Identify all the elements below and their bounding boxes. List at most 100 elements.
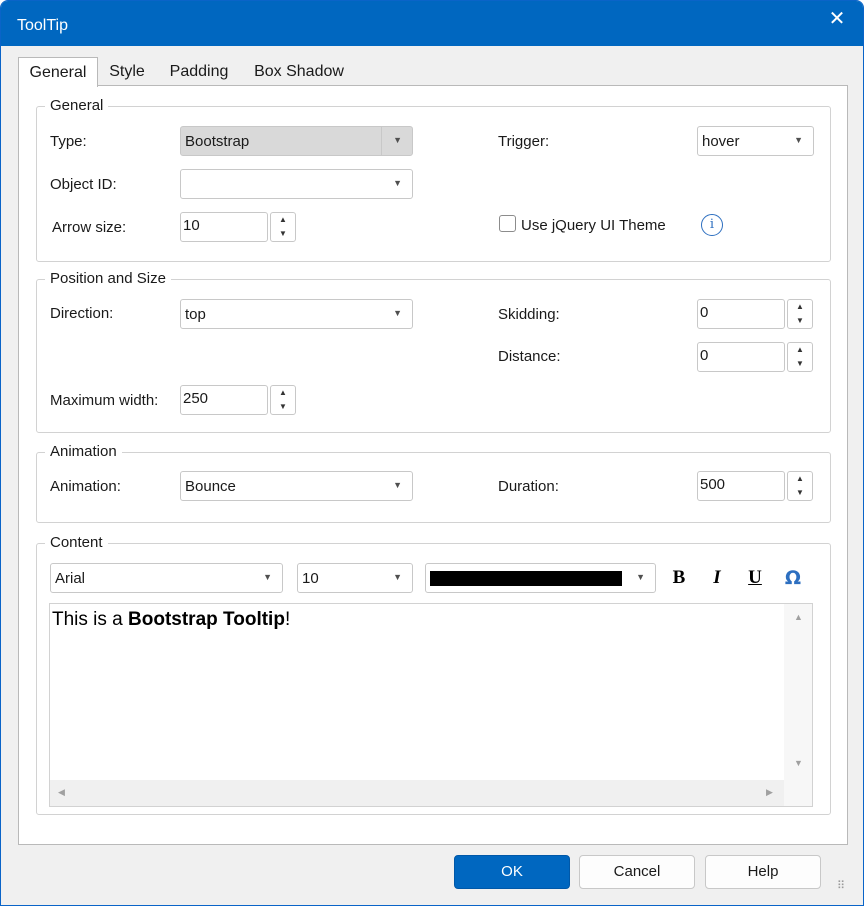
content-text-bold: Bootstrap Tooltip: [128, 609, 285, 630]
scroll-up-icon[interactable]: ▲: [794, 612, 803, 622]
general-group: General Type: Bootstrap ▼ Trigger: hover…: [36, 97, 831, 262]
spin-up-icon[interactable]: ▲: [788, 300, 812, 314]
tab-panel-general: General Type: Bootstrap ▼ Trigger: hover…: [18, 85, 848, 845]
info-icon[interactable]: i: [701, 214, 723, 236]
cancel-button[interactable]: Cancel: [579, 855, 695, 889]
tab-box-shadow[interactable]: Box Shadow: [248, 57, 350, 87]
skidding-value: 0: [700, 304, 709, 321]
scroll-down-icon[interactable]: ▼: [794, 758, 803, 768]
tab-padding[interactable]: Padding: [164, 57, 234, 87]
animation-label: Animation:: [50, 478, 121, 495]
distance-label: Distance:: [498, 348, 561, 365]
trigger-select[interactable]: hover ▼: [697, 126, 814, 156]
dropdown-arrow-icon: ▼: [393, 178, 402, 188]
direction-label: Direction:: [50, 305, 114, 322]
help-button[interactable]: Help: [705, 855, 821, 889]
spin-up-icon[interactable]: ▲: [271, 386, 295, 400]
content-text-before: This is a: [52, 609, 129, 630]
scroll-right-icon[interactable]: ▶: [766, 787, 773, 798]
max-width-label: Maximum width:: [50, 392, 159, 409]
object-id-label: Object ID:: [50, 176, 117, 193]
tab-style[interactable]: Style: [104, 57, 150, 87]
jquery-theme-label[interactable]: Use jQuery UI Theme: [521, 217, 666, 234]
font-family-select[interactable]: Arial ▼: [50, 563, 283, 593]
dropdown-arrow-icon: ▼: [393, 308, 402, 318]
spin-down-icon[interactable]: ▼: [788, 314, 812, 328]
skidding-input[interactable]: 0: [697, 299, 785, 329]
dropdown-arrow-icon: ▼: [263, 572, 272, 582]
font-size-value: 10: [302, 570, 319, 587]
arrow-size-input[interactable]: 10: [180, 212, 268, 242]
distance-stepper[interactable]: 0 ▲ ▼: [697, 342, 814, 372]
distance-spin-buttons[interactable]: ▲ ▼: [787, 342, 813, 372]
duration-input[interactable]: 500: [697, 471, 785, 501]
dropdown-arrow-icon: ▼: [794, 135, 803, 145]
content-text-after: !: [284, 609, 291, 630]
type-select[interactable]: Bootstrap ▼: [180, 126, 413, 156]
dropdown-arrow-icon: ▼: [393, 480, 402, 490]
position-size-group: Position and Size Direction: top ▼ Skidd…: [36, 270, 831, 433]
resize-grip-icon[interactable]: ⠿: [837, 879, 845, 892]
close-icon[interactable]: ✕: [819, 5, 855, 33]
combo-divider: [381, 127, 382, 155]
tab-general[interactable]: General: [18, 57, 98, 87]
tooltip-dialog: ToolTip ✕ General Style Padding Box Shad…: [0, 0, 864, 906]
object-id-select[interactable]: ▼: [180, 169, 413, 199]
font-color-select[interactable]: ▼: [425, 563, 656, 593]
skidding-stepper[interactable]: 0 ▲ ▼: [697, 299, 814, 329]
animation-select[interactable]: Bounce ▼: [180, 471, 413, 501]
horizontal-scrollbar[interactable]: ◀ ▶: [50, 780, 785, 806]
vertical-scrollbar[interactable]: ▲ ▼: [784, 604, 812, 780]
italic-icon[interactable]: I: [705, 566, 729, 590]
type-select-value: Bootstrap: [185, 133, 250, 150]
max-width-stepper[interactable]: 250 ▲ ▼: [180, 385, 297, 415]
skidding-spin-buttons[interactable]: ▲ ▼: [787, 299, 813, 329]
dropdown-arrow-icon: ▼: [636, 572, 645, 582]
spin-down-icon[interactable]: ▼: [271, 400, 295, 414]
direction-select-value: top: [185, 306, 206, 323]
spin-up-icon[interactable]: ▲: [271, 213, 295, 227]
title-bar: ToolTip ✕: [1, 1, 863, 46]
arrow-size-value: 10: [183, 217, 200, 234]
scrollbar-corner: [784, 780, 812, 806]
spin-down-icon[interactable]: ▼: [271, 227, 295, 241]
max-width-spin-buttons[interactable]: ▲ ▼: [270, 385, 296, 415]
max-width-input[interactable]: 250: [180, 385, 268, 415]
spin-up-icon[interactable]: ▲: [788, 343, 812, 357]
animation-group: Animation Animation: Bounce ▼ Duration: …: [36, 443, 831, 523]
duration-label: Duration:: [498, 478, 559, 495]
skidding-label: Skidding:: [498, 306, 560, 323]
distance-value: 0: [700, 347, 709, 364]
direction-select[interactable]: top ▼: [180, 299, 413, 329]
max-width-value: 250: [183, 390, 209, 407]
animation-select-value: Bounce: [185, 478, 236, 495]
jquery-theme-checkbox[interactable]: [499, 215, 516, 232]
general-group-legend: General: [45, 97, 109, 114]
arrow-size-spin-buttons[interactable]: ▲ ▼: [270, 212, 296, 242]
arrow-size-stepper[interactable]: 10 ▲ ▼: [180, 212, 297, 242]
duration-spin-buttons[interactable]: ▲ ▼: [787, 471, 813, 501]
distance-input[interactable]: 0: [697, 342, 785, 372]
underline-icon[interactable]: U: [743, 566, 767, 590]
duration-stepper[interactable]: 500 ▲ ▼: [697, 471, 814, 501]
position-size-group-legend: Position and Size: [45, 270, 171, 287]
dropdown-arrow-icon: ▼: [393, 135, 402, 145]
bold-icon[interactable]: B: [667, 566, 691, 590]
spin-down-icon[interactable]: ▼: [788, 357, 812, 371]
content-editor[interactable]: This is a Bootstrap Tooltip! ▲ ▼ ◀ ▶: [49, 603, 813, 807]
editor-content[interactable]: This is a Bootstrap Tooltip!: [52, 609, 290, 631]
spin-up-icon[interactable]: ▲: [788, 472, 812, 486]
ok-button[interactable]: OK: [454, 855, 570, 889]
trigger-label: Trigger:: [498, 133, 550, 150]
scroll-left-icon[interactable]: ◀: [58, 787, 65, 798]
font-color-swatch: [430, 571, 622, 586]
duration-value: 500: [700, 476, 726, 493]
font-family-value: Arial: [55, 570, 86, 587]
font-size-select[interactable]: 10 ▼: [297, 563, 413, 593]
spin-down-icon[interactable]: ▼: [788, 486, 812, 500]
dropdown-arrow-icon: ▼: [393, 572, 402, 582]
animation-group-legend: Animation: [45, 443, 122, 460]
trigger-select-value: hover: [702, 133, 740, 150]
arrow-size-label: Arrow size:: [52, 219, 127, 236]
special-character-icon[interactable]: Ω: [781, 566, 805, 590]
